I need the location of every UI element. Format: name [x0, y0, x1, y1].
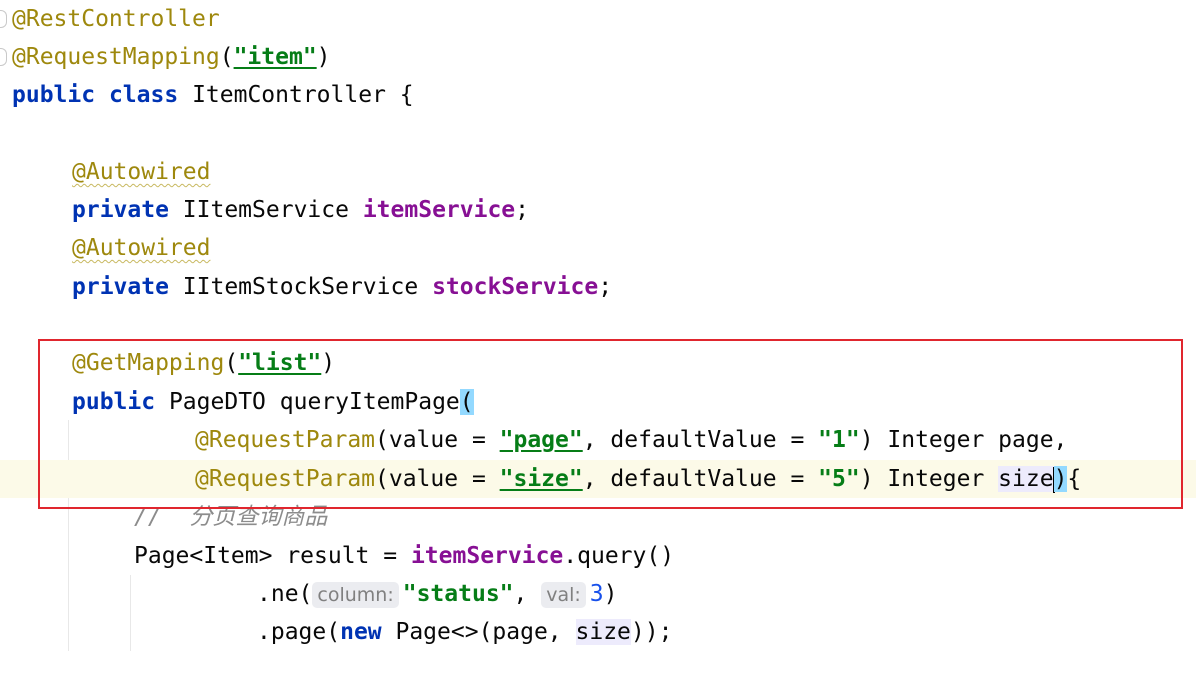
- string-literal: "item": [233, 44, 317, 70]
- type-name: IItemStockService: [182, 274, 419, 300]
- method-call: .page(: [257, 619, 341, 645]
- paren-open: (: [219, 44, 234, 70]
- annotation: @RequestMapping: [12, 44, 220, 70]
- parameter-hint: val:: [541, 582, 586, 608]
- keyword: class: [108, 82, 179, 108]
- paren-close: ): [316, 44, 331, 70]
- code-line[interactable]: Page<Item> result = itemService.query(): [0, 537, 1196, 575]
- semicolon: ;: [598, 274, 613, 300]
- code-line[interactable]: private IItemStockService stockService;: [0, 268, 1196, 306]
- field-name: itemService: [362, 197, 516, 223]
- keyword: public: [12, 82, 96, 108]
- class-declaration: ItemController {: [192, 82, 414, 108]
- paren-close: ));: [630, 619, 673, 645]
- type-name: IItemService: [182, 197, 349, 223]
- string-literal: "status": [402, 581, 514, 607]
- code-line[interactable]: .ne(column: "status", val: 3): [0, 575, 1196, 613]
- method-call: .ne(: [257, 581, 313, 607]
- code-line[interactable]: .page(new Page<>(page, size));: [0, 613, 1196, 651]
- code-line[interactable]: @Autowired: [0, 229, 1196, 267]
- semicolon: ;: [515, 197, 530, 223]
- code-line[interactable]: private IItemService itemService;: [0, 191, 1196, 229]
- annotation: @Autowired: [72, 235, 211, 261]
- code-line[interactable]: @RestController: [0, 0, 1196, 38]
- type-name: Page<Item> result =: [134, 543, 411, 569]
- keyword: private: [72, 197, 169, 223]
- annotation: @RestController: [12, 6, 220, 32]
- method-args: Page<>(page,: [381, 619, 576, 645]
- keyword: new: [340, 619, 382, 645]
- code-line[interactable]: @Autowired: [0, 153, 1196, 191]
- comma: ,: [513, 581, 542, 607]
- parameter-hint: column:: [312, 582, 399, 608]
- number-literal: 3: [589, 581, 604, 607]
- highlighted-identifier: size: [575, 619, 631, 645]
- paren-close: ): [603, 581, 618, 607]
- keyword: private: [72, 274, 169, 300]
- code-line[interactable]: public class ItemController {: [0, 76, 1196, 114]
- method-call: .query(): [563, 543, 675, 569]
- code-line[interactable]: @RequestMapping("item"): [0, 38, 1196, 76]
- highlight-box: [38, 339, 1183, 509]
- field-name: stockService: [432, 274, 599, 300]
- annotation: @Autowired: [72, 159, 211, 185]
- field-name: itemService: [410, 543, 564, 569]
